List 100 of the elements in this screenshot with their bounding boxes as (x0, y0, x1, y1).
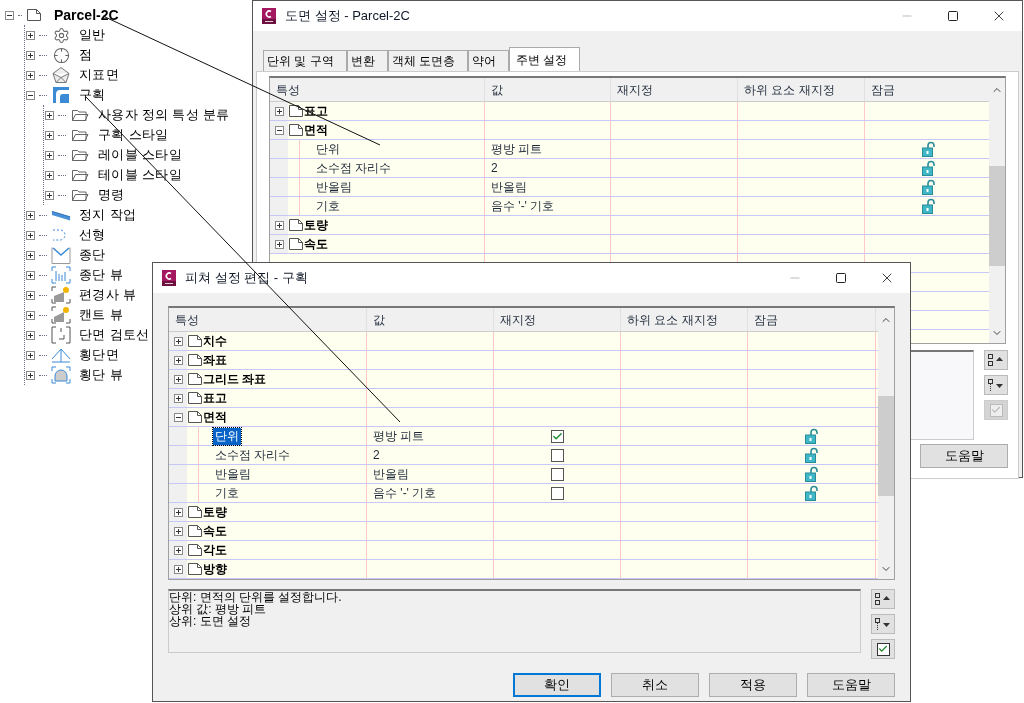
expand-icon[interactable] (26, 50, 35, 60)
expand-icon[interactable] (173, 564, 183, 574)
collapse-icon[interactable] (274, 125, 284, 135)
expand-icon[interactable] (45, 170, 54, 180)
tab[interactable]: 객체 도면층 (387, 50, 468, 71)
tree-item[interactable]: 레이블 스타일 (98, 145, 182, 165)
override-checkbox[interactable] (550, 429, 564, 443)
expand-icon[interactable] (45, 190, 54, 200)
tree-item[interactable]: 사용자 정의 특성 분류 (98, 105, 230, 125)
property-label[interactable]: 반올림 (213, 465, 253, 483)
scrollbar-thumb[interactable] (878, 396, 894, 496)
unlock-icon[interactable] (921, 179, 936, 195)
tree-item[interactable]: 명령 (98, 185, 125, 205)
expand-icon[interactable] (173, 374, 183, 384)
sort-down-button[interactable] (984, 375, 1008, 395)
property-label[interactable]: 기호 (213, 484, 241, 502)
property-value[interactable]: 음수 '-' 기호 (373, 484, 437, 502)
scrollbar[interactable] (878, 308, 894, 579)
group-label[interactable]: 면적 (203, 408, 227, 426)
expand-icon[interactable] (173, 526, 183, 536)
property-value[interactable]: 2 (491, 159, 498, 177)
property-label[interactable]: 소수점 자리수 (213, 446, 293, 464)
tab[interactable]: 주변 설정 (509, 47, 581, 71)
expand-icon[interactable] (45, 130, 54, 140)
unlock-icon[interactable] (921, 198, 936, 214)
property-value[interactable]: 평방 피트 (373, 427, 425, 445)
expand-icon[interactable] (26, 250, 35, 260)
property-value[interactable]: 반올림 (491, 178, 527, 196)
scrollbar[interactable] (989, 78, 1005, 343)
expand-icon[interactable] (26, 330, 35, 340)
expand-icon[interactable] (26, 350, 35, 360)
check-button[interactable] (984, 400, 1008, 420)
dialog-button[interactable]: 취소 (611, 673, 699, 697)
unlock-icon[interactable] (804, 466, 819, 482)
override-checkbox[interactable] (550, 486, 564, 500)
tree-item[interactable]: 횡단 뷰 (79, 365, 123, 385)
property-value[interactable]: 평방 피트 (491, 140, 543, 158)
override-checkbox[interactable] (550, 467, 564, 481)
property-label[interactable]: 반올림 (314, 178, 354, 196)
tree-item[interactable]: 종단 뷰 (79, 265, 123, 285)
collapse-icon[interactable] (173, 412, 183, 422)
expand-icon[interactable] (274, 106, 284, 116)
expand-icon[interactable] (26, 210, 35, 220)
group-label[interactable]: 토량 (304, 216, 328, 234)
expand-icon[interactable] (26, 270, 35, 280)
unlock-icon[interactable] (921, 141, 936, 157)
property-label[interactable]: 단위 (314, 140, 342, 158)
expand-icon[interactable] (26, 290, 35, 300)
property-value[interactable]: 반올림 (373, 465, 409, 483)
tree-item[interactable]: 구획 (79, 85, 106, 105)
tree-item[interactable]: 횡단면 (79, 345, 119, 365)
expand-icon[interactable] (173, 507, 183, 517)
tab[interactable]: 변환 (346, 50, 388, 71)
expand-icon[interactable] (26, 230, 35, 240)
expand-icon[interactable] (45, 150, 54, 160)
tab[interactable]: 약어 (468, 50, 509, 71)
expand-icon[interactable] (173, 355, 183, 365)
property-label[interactable]: 단위 (213, 427, 241, 445)
tree-item[interactable]: 단면 검토선 (79, 325, 150, 345)
group-label[interactable]: 면적 (304, 121, 328, 139)
property-value[interactable]: 음수 '-' 기호 (491, 197, 555, 215)
tree-item[interactable]: 점 (79, 45, 93, 65)
tree-item[interactable]: 테이블 스타일 (98, 165, 182, 185)
dialog-button[interactable]: 적용 (709, 673, 797, 697)
tree-item[interactable]: 캔트 뷰 (79, 305, 123, 325)
dialog-button[interactable]: 도움말 (807, 673, 895, 697)
group-label[interactable]: 치수 (203, 332, 227, 350)
expand-icon[interactable] (173, 336, 183, 346)
group-label[interactable]: 속도 (304, 235, 328, 253)
expand-icon[interactable] (173, 545, 183, 555)
property-value[interactable]: 2 (373, 446, 380, 464)
check-button[interactable] (871, 639, 895, 659)
help-button[interactable]: 도움말 (920, 444, 1008, 468)
sort-up-button[interactable] (984, 350, 1008, 370)
group-label[interactable]: 그리드 좌표 (203, 370, 267, 388)
tree-item[interactable]: 종단 (79, 245, 106, 265)
tree-item[interactable]: 일반 (79, 25, 106, 45)
group-label[interactable]: 토량 (203, 503, 227, 521)
expand-icon[interactable] (274, 239, 284, 249)
tab[interactable]: 단위 및 구역 (263, 50, 347, 71)
expand-icon[interactable] (45, 110, 54, 120)
expand-icon[interactable] (26, 30, 35, 40)
sort-up-button[interactable] (871, 589, 895, 609)
expand-icon[interactable] (26, 370, 35, 380)
group-label[interactable]: 좌표 (203, 351, 227, 369)
tree-item[interactable]: 선형 (79, 225, 106, 245)
override-checkbox[interactable] (550, 448, 564, 462)
group-label[interactable]: 방향 (203, 560, 227, 578)
property-label[interactable]: 소수점 자리수 (314, 159, 394, 177)
group-label[interactable]: 각도 (203, 541, 227, 559)
tree-item[interactable]: 지표면 (79, 65, 119, 85)
group-label[interactable]: 속도 (203, 522, 227, 540)
unlock-icon[interactable] (804, 447, 819, 463)
expand-icon[interactable] (173, 393, 183, 403)
collapse-icon[interactable] (26, 90, 35, 100)
scrollbar-thumb[interactable] (989, 166, 1005, 266)
unlock-icon[interactable] (921, 160, 936, 176)
group-label[interactable]: 표고 (304, 102, 328, 120)
unlock-icon[interactable] (804, 428, 819, 444)
group-label[interactable]: 표고 (203, 389, 227, 407)
